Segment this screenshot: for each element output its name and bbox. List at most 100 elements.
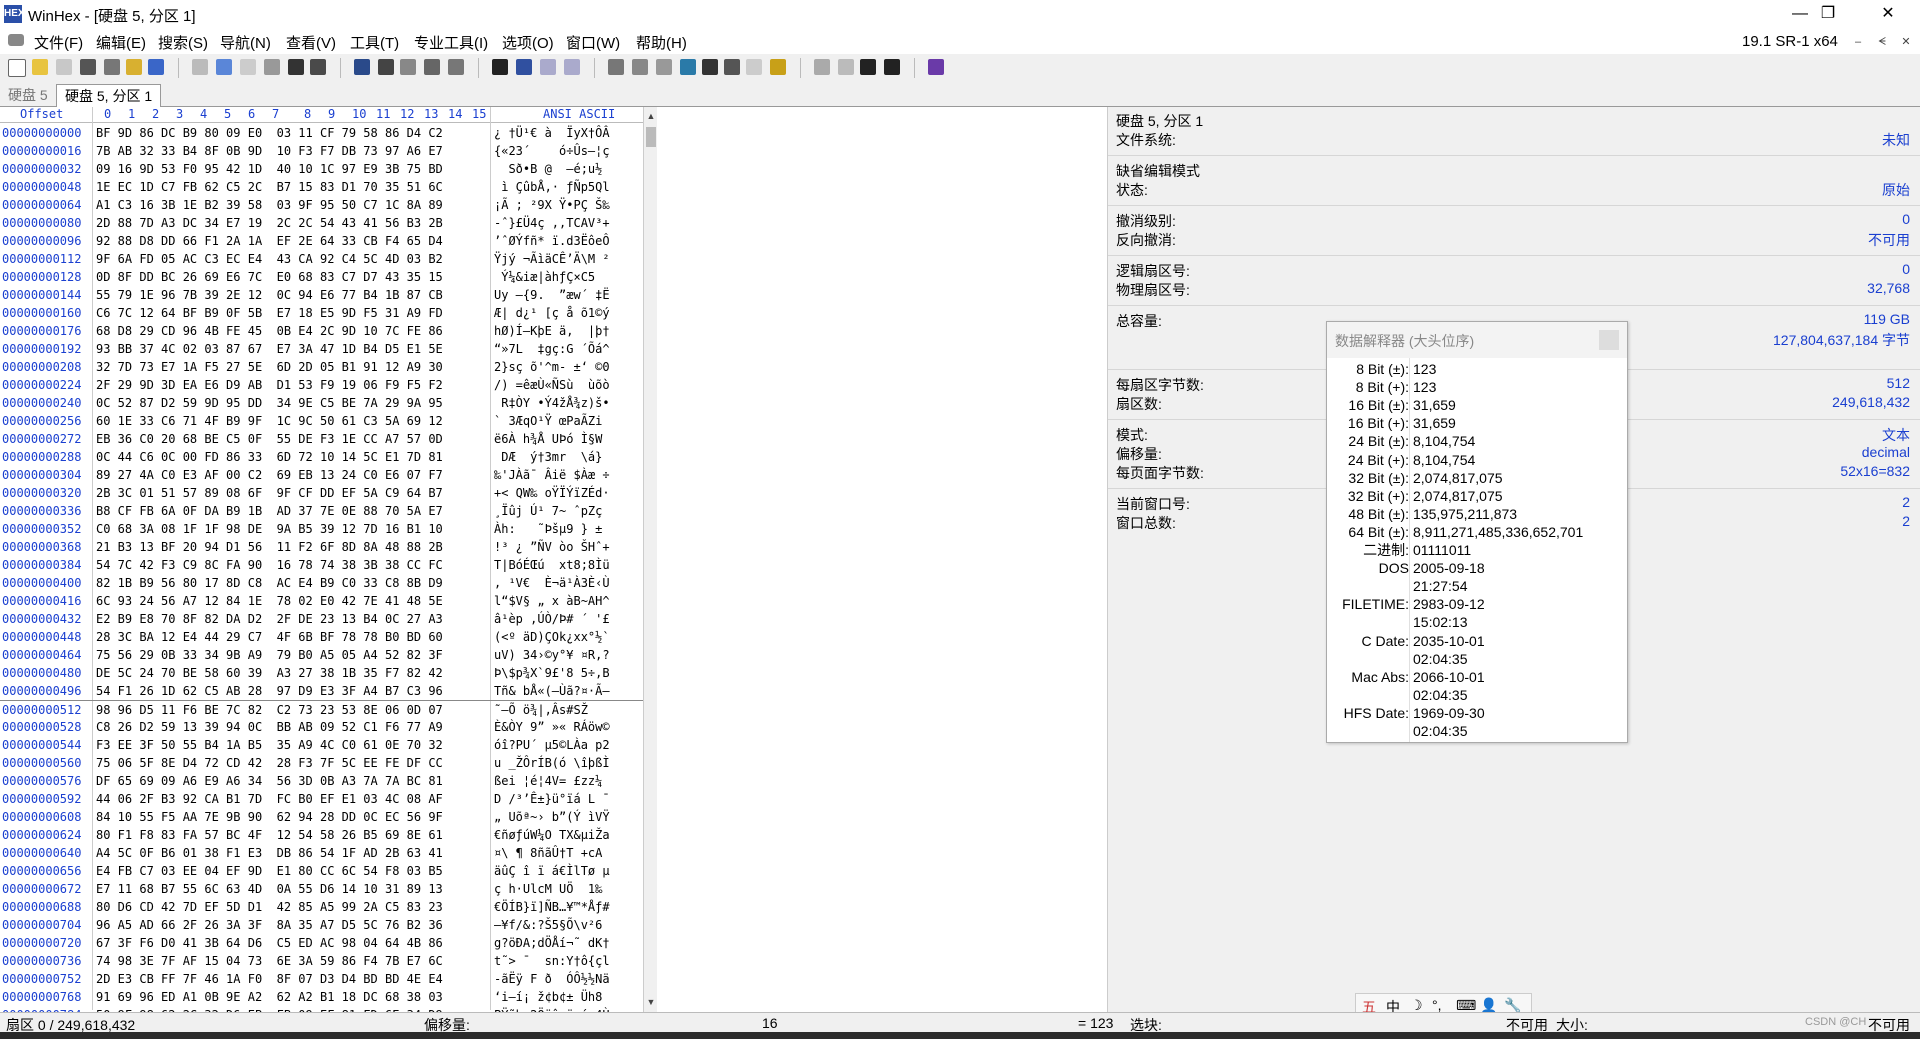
row-ascii[interactable]: äûÇ î ï á€ÌlTø µ [494, 862, 610, 880]
calculator-icon[interactable] [680, 59, 696, 75]
row-ascii[interactable]: Ÿjý ¬ÃìäCÊ’Ä\M ² [494, 250, 610, 268]
row-hex-bytes[interactable]: 0C 44 C6 0C 00 FD 86 33 6D 72 10 14 5C E… [96, 448, 443, 466]
find-text-icon[interactable] [354, 59, 370, 75]
row-ascii[interactable]: –¥­f/&:?Š5§Õ\v²6 [494, 916, 602, 934]
row-ascii[interactable]: ¤\ ¶ 8ñãÛ†T ­+cA [494, 844, 602, 862]
row-hex-bytes[interactable]: 82 1B B9 56 80 17 8D C8 AC E4 B9 C0 33 C… [96, 574, 443, 592]
hex-row[interactable]: 00000000704 96 A5 AD 66 2F 26 3A 3F 8A 35… [0, 916, 643, 934]
row-ascii[interactable]: È&ÒY 9” »« RÁöw© [494, 718, 610, 736]
row-hex-bytes[interactable]: 80 D6 CD 42 7D EF 5D D1 42 85 A5 99 2A C… [96, 898, 443, 916]
goto-offset-icon[interactable] [492, 59, 508, 75]
hex-row[interactable]: 00000000528 C8 26 D2 59 13 39 94 0C BB AB… [0, 718, 643, 736]
hex-row[interactable]: 00000000544 F3 EE 3F 50 55 B4 1A B5 35 A9… [0, 736, 643, 754]
row-hex-bytes[interactable]: E7 11 68 B7 55 6C 63 4D 0A 55 D6 14 10 3… [96, 880, 443, 898]
hex-row[interactable]: 00000000576 DF 65 69 09 A6 E9 A6 34 56 3D… [0, 772, 643, 790]
row-ascii[interactable]: óî?PU´ µ5©LÀa p2 [494, 736, 610, 754]
sync-icon[interactable] [814, 59, 830, 75]
hex-row[interactable]: 00000000336 B8 CF FB 6A 0F DA B9 1B AD 37… [0, 502, 643, 520]
hex-row[interactable]: 00000000352 C0 68 3A 08 1F 1F 98 DE 9A B5… [0, 520, 643, 538]
row-hex-bytes[interactable]: 2F 29 9D 3D EA E6 D9 AB D1 53 F9 19 06 F… [96, 376, 443, 394]
hex-row[interactable]: 00000000240 0C 52 87 D2 59 9D 95 DD 34 9E… [0, 394, 643, 412]
row-ascii[interactable]: DÆ ý†3mr \á} [494, 448, 610, 466]
next-icon[interactable] [884, 59, 900, 75]
hex-row[interactable]: 00000000032 09 16 9D 53 F0 95 42 1D 40 10… [0, 160, 643, 178]
row-hex-bytes[interactable]: 2D 88 7D A3 DC 34 E7 19 2C 2C 54 43 41 5… [96, 214, 443, 232]
row-hex-bytes[interactable]: 91 69 96 ED A1 0B 9E A2 62 A2 B1 18 DC 6… [96, 988, 443, 1006]
row-ascii[interactable]: ¡Ã ; ²9X Ÿ•PÇ Š‰ [494, 196, 610, 214]
row-hex-bytes[interactable]: 6C 93 24 56 A7 12 84 1E 78 02 E0 42 7E 4… [96, 592, 443, 610]
hex-row[interactable]: 00000000256 60 1E 33 C6 71 4F B9 9F 1C 9C… [0, 412, 643, 430]
row-ascii[interactable]: ‚ ¹V€ È¬ä¹À3È‹Ù [494, 574, 610, 592]
row-hex-bytes[interactable]: 2D E3 CB FF 7F 46 1A F0 8F 07 D3 D4 BD B… [96, 970, 443, 988]
row-hex-bytes[interactable]: 9F 6A FD 05 AC C3 EC E4 43 CA 92 C4 5C 4… [96, 250, 443, 268]
row-ascii[interactable]: ’ˆØÝfñ* ï.d3ËôeÔ [494, 232, 610, 250]
menu-search[interactable]: 搜索(S) [158, 32, 208, 53]
hex-row[interactable]: 00000000080 2D 88 7D A3 DC 34 E7 19 2C 2C… [0, 214, 643, 232]
hex-row[interactable]: 00000000368 21 B3 13 BF 20 94 D1 56 11 F2… [0, 538, 643, 556]
row-ascii[interactable]: â¹èp ‚ÚÒ/Þ# ´ '£ [494, 610, 610, 628]
interpreter-title-bar[interactable]: 数据解释器 (大头位序) [1327, 322, 1627, 358]
row-hex-bytes[interactable]: A4 5C 0F B6 01 38 F1 E3 DB 86 54 1F AD 2… [96, 844, 443, 862]
row-hex-bytes[interactable]: EB 36 C0 20 68 BE C5 0F 55 DE F3 1E CC A… [96, 430, 443, 448]
row-ascii[interactable]: +< QW‰ oŸÏÝïZÉd· [494, 484, 610, 502]
hex-row[interactable]: 00000000656 E4 FB C7 03 EE 04 EF 9D E1 80… [0, 862, 643, 880]
data-interpreter[interactable]: 数据解释器 (大头位序) 8 Bit (±): 123 8 Bit (+): 123 1… [1326, 321, 1628, 743]
row-ascii[interactable]: D /³’Ê±}ü°ïá L ¯ [494, 790, 610, 808]
hex-rows[interactable]: 00000000000 BF 9D 86 DC B9 80 09 E0 03 11… [0, 124, 643, 1012]
hex-row[interactable]: 00000000128 0D 8F DD BC 26 69 E6 7C E0 68… [0, 268, 643, 286]
row-ascii[interactable]: T|BóÉŒú xt8;8Ìü [494, 556, 610, 574]
cut-icon[interactable] [240, 59, 256, 75]
menu-edit[interactable]: 编辑(E) [96, 32, 146, 53]
row-hex-bytes[interactable]: 55 79 1E 96 7B 39 2E 12 0C 94 E6 77 B4 1… [96, 286, 443, 304]
row-hex-bytes[interactable]: 98 96 D5 11 F6 BE 7C 82 C2 73 23 53 8E 0… [96, 701, 443, 719]
row-hex-bytes[interactable]: 92 88 D8 DD 66 F1 2A 1A EF 2E 64 33 CB F… [96, 232, 443, 250]
row-ascii[interactable]: Þ\$p¾X`9£'8 5÷‚B [494, 664, 610, 682]
child-close-button[interactable]: ✕ [1896, 33, 1916, 51]
hex-row[interactable]: 00000000720 67 3F F6 D0 41 3B 64 D6 C5 ED… [0, 934, 643, 952]
interpreter-close-button[interactable] [1599, 330, 1619, 350]
menu-navigate[interactable]: 导航(N) [220, 32, 271, 53]
row-ascii[interactable]: !³ ¿ ”ÑV òo ŠHˆ+ [494, 538, 610, 556]
row-ascii[interactable]: ¸Ïûj Ú¹ ­7~ ˆpZç [494, 502, 602, 520]
open-folder-icon[interactable] [32, 59, 48, 75]
row-ascii[interactable]: €ÖÍB}ï]ÑB…¥™*Åƒ# [494, 898, 610, 916]
hex-row[interactable]: 00000000288 0C 44 C6 0C 00 FD 86 33 6D 72… [0, 448, 643, 466]
scroll-down-arrow-icon[interactable]: ▼ [644, 995, 658, 1009]
row-ascii[interactable]: „ Uõª~› b”(Ý ìVŸ [494, 808, 610, 826]
compare-icon[interactable] [838, 59, 854, 75]
hex-row[interactable]: 00000000192 93 BB 37 4C 02 03 87 67 E7 3A… [0, 340, 643, 358]
row-ascii[interactable]: Ý¼&iæ|àhƒÇ×C5 [494, 268, 602, 286]
row-ascii[interactable]: “»7L ‡gç:G ´Õá^ [494, 340, 610, 358]
properties-icon[interactable] [104, 59, 120, 75]
row-hex-bytes[interactable]: C0 68 3A 08 1F 1F 98 DE 9A B5 39 12 7D 1… [96, 520, 443, 538]
row-ascii[interactable]: {«23´ ó÷Ûs—¦ç [494, 142, 610, 160]
hex-row[interactable]: 00000000448 28 3C BA 12 E4 44 29 C7 4F 6B… [0, 628, 643, 646]
row-hex-bytes[interactable]: 7B AB 32 33 B4 8F 0B 9D 10 F3 F7 DB 73 9… [96, 142, 443, 160]
row-hex-bytes[interactable]: E4 FB C7 03 EE 04 EF 9D E1 80 CC 6C 54 F… [96, 862, 443, 880]
row-ascii[interactable]: ` 3ÆqO¹Ÿ œPaÃZi [494, 412, 610, 430]
hex-row[interactable]: 00000000208 32 7D 73 E7 1A F5 27 5E 6D 2D… [0, 358, 643, 376]
hex-row[interactable]: 00000000000 BF 9D 86 DC B9 80 09 E0 03 11… [0, 124, 643, 142]
row-ascii[interactable]: ˜–Õ ö¾|‚Âs#SŽ [494, 701, 610, 719]
new-file-icon[interactable] [8, 59, 26, 77]
hex-row[interactable]: 00000000736 74 98 3E 7F AF 15 04 73 6E 3A… [0, 952, 643, 970]
row-ascii[interactable]: ßei ¦é¦4V= £zz¼ [494, 772, 610, 790]
save-all-icon[interactable] [148, 59, 164, 75]
menu-options[interactable]: 选项(O) [502, 32, 554, 53]
hex-row[interactable]: 00000000160 C6 7C 12 64 BF B9 0F 5B E7 18… [0, 304, 643, 322]
ram-icon[interactable] [656, 59, 672, 75]
hex-row[interactable]: 00000000512 98 96 D5 11 F6 BE 7C 82 C2 73… [0, 700, 643, 719]
menu-view[interactable]: 查看(V) [286, 32, 336, 53]
row-hex-bytes[interactable]: 0D 8F DD BC 26 69 E6 7C E0 68 83 C7 D7 4… [96, 268, 443, 286]
goto-sector-icon[interactable] [516, 59, 532, 75]
tab-disk-5-partition-1[interactable]: 硬盘 5, 分区 1 [56, 84, 162, 107]
fill-block-icon[interactable] [288, 59, 304, 75]
hex-row[interactable]: 00000000176 68 D8 29 CD 96 4B FE 45 0B E4… [0, 322, 643, 340]
row-ascii[interactable]: l“$V§ „ x àB~AH^ [494, 592, 610, 610]
row-hex-bytes[interactable]: 67 3F F6 D0 41 3B 64 D6 C5 ED AC 98 04 6… [96, 934, 443, 952]
punctuation-icon[interactable]: °, [1432, 997, 1442, 1013]
row-hex-bytes[interactable]: 89 27 4A C0 E3 AF 00 C2 69 EB 13 24 C0 E… [96, 466, 443, 484]
row-hex-bytes[interactable]: BF 9D 86 DC B9 80 09 E0 03 11 CF 79 58 8… [96, 124, 443, 142]
copy-icon[interactable] [216, 59, 232, 75]
row-ascii[interactable]: u _ŽÔrÍB(ó \îþßÌ [494, 754, 610, 772]
